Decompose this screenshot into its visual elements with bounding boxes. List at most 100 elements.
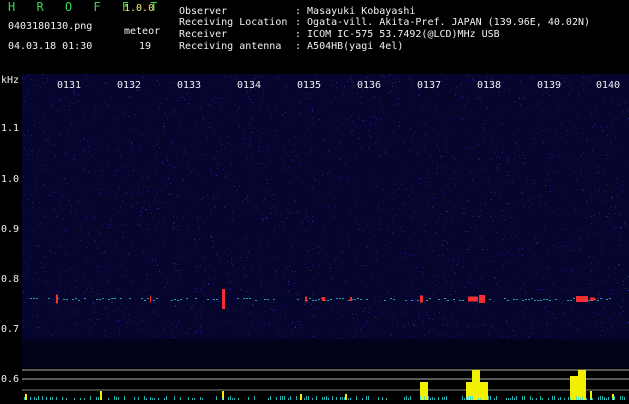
noise-pixel (261, 185, 262, 186)
noise-pixel (288, 167, 289, 168)
noise-pixel (329, 193, 330, 194)
noise-pixel (583, 152, 584, 153)
noise-pixel (356, 324, 357, 325)
level-noise (174, 396, 175, 400)
meteor-echo (468, 296, 478, 302)
noise-pixel (58, 292, 59, 293)
noise-pixel (94, 114, 95, 115)
noise-pixel (415, 203, 416, 204)
noise-pixel (384, 77, 385, 78)
noise-pixel (404, 283, 405, 284)
noise-pixel (581, 166, 582, 167)
noise-pixel (425, 123, 426, 124)
noise-pixel (544, 307, 545, 308)
noise-pixel (144, 143, 145, 144)
noise-pixel (483, 124, 484, 125)
level-noise (254, 396, 255, 400)
noise-pixel (275, 108, 276, 109)
noise-pixel (414, 299, 415, 300)
noise-pixel (284, 227, 285, 228)
noise-pixel (490, 216, 491, 217)
noise-pixel (247, 257, 248, 258)
noise-pixel (57, 74, 58, 75)
noise-pixel (145, 209, 146, 210)
noise-pixel (609, 216, 610, 217)
noise-pixel (374, 122, 375, 123)
noise-pixel (513, 226, 514, 227)
noise-pixel (171, 78, 172, 79)
noise-pixel (174, 222, 175, 223)
level-noise (90, 396, 91, 400)
noise-pixel (515, 235, 516, 236)
noise-pixel (462, 334, 463, 335)
noise-pixel (140, 215, 141, 216)
noise-pixel (157, 208, 158, 209)
noise-pixel (298, 333, 299, 334)
noise-pixel (627, 276, 628, 277)
noise-pixel (77, 310, 78, 311)
noise-pixel (405, 173, 406, 174)
noise-pixel (228, 248, 229, 249)
noise-pixel (75, 131, 76, 132)
noise-pixel (408, 77, 409, 78)
noise-pixel (65, 164, 66, 165)
noise-pixel (601, 148, 602, 149)
echo-trace (537, 300, 539, 301)
noise-pixel (424, 257, 425, 258)
noise-pixel (487, 77, 488, 78)
noise-pixel (107, 128, 108, 129)
noise-pixel (173, 112, 174, 113)
noise-pixel (85, 292, 86, 293)
noise-pixel (249, 312, 250, 313)
noise-pixel (406, 180, 407, 181)
noise-pixel (261, 286, 262, 287)
noise-pixel (43, 165, 44, 166)
noise-pixel (427, 173, 428, 174)
noise-pixel (73, 181, 74, 182)
noise-pixel (589, 153, 590, 154)
noise-pixel (503, 220, 504, 221)
noise-pixel (399, 125, 400, 126)
noise-pixel (531, 326, 532, 327)
noise-pixel (482, 324, 483, 325)
noise-pixel (157, 250, 158, 251)
noise-pixel (259, 151, 260, 152)
noise-pixel (43, 267, 44, 268)
noise-pixel (501, 215, 502, 216)
noise-pixel (314, 336, 315, 337)
noise-pixel (263, 93, 264, 94)
noise-pixel (446, 223, 447, 224)
noise-pixel (581, 171, 582, 172)
noise-pixel (583, 77, 584, 78)
noise-pixel (146, 328, 147, 329)
noise-pixel (378, 208, 379, 209)
noise-pixel (82, 272, 83, 273)
noise-pixel (393, 315, 394, 316)
noise-pixel (502, 116, 503, 117)
noise-pixel (547, 319, 548, 320)
noise-pixel (319, 253, 320, 254)
noise-pixel (548, 175, 549, 176)
noise-pixel (357, 251, 358, 252)
noise-pixel (196, 331, 197, 332)
level-noise (468, 396, 469, 400)
noise-pixel (598, 271, 599, 272)
noise-pixel (603, 131, 604, 132)
noise-pixel (292, 271, 293, 272)
noise-pixel (75, 213, 76, 214)
echo-trace (354, 299, 356, 300)
noise-pixel (106, 299, 107, 300)
quiet-band (22, 339, 629, 369)
noise-pixel (491, 327, 492, 328)
noise-pixel (57, 307, 58, 308)
noise-pixel (27, 159, 28, 160)
noise-pixel (401, 313, 402, 314)
noise-pixel (360, 265, 361, 266)
noise-pixel (123, 115, 124, 116)
noise-pixel (562, 288, 563, 289)
noise-pixel (166, 279, 167, 280)
noise-pixel (352, 313, 353, 314)
noise-pixel (23, 177, 24, 178)
noise-pixel (413, 264, 414, 265)
noise-pixel (528, 188, 529, 189)
